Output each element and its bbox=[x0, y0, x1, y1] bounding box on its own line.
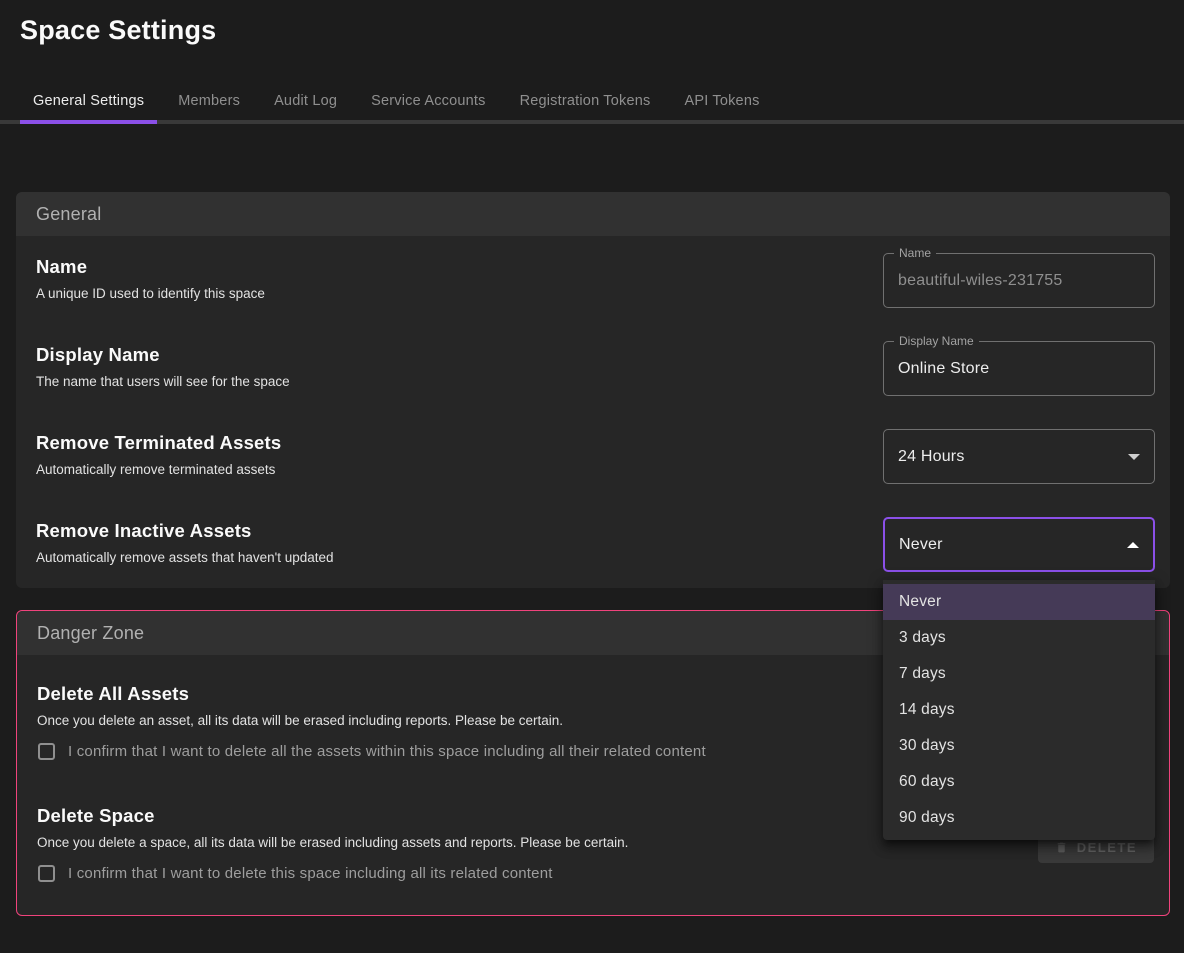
menu-item-90-days[interactable]: 90 days bbox=[883, 800, 1155, 836]
remove-terminated-title: Remove Terminated Assets bbox=[36, 432, 281, 454]
delete-all-assets-confirm-label: I confirm that I want to delete all the … bbox=[68, 743, 706, 760]
name-title: Name bbox=[36, 256, 265, 278]
setting-row-display-name: Display Name The name that users will se… bbox=[16, 324, 1170, 412]
remove-terminated-select-value: 24 Hours bbox=[898, 448, 965, 466]
general-card: General Name A unique ID used to identif… bbox=[16, 192, 1170, 588]
remove-terminated-description: Automatically remove terminated assets bbox=[36, 462, 281, 477]
tab-api-tokens[interactable]: API Tokens bbox=[671, 82, 772, 120]
display-name-description: The name that users will see for the spa… bbox=[36, 374, 290, 389]
tab-bar: General Settings Members Audit Log Servi… bbox=[0, 82, 1184, 124]
page-title: Space Settings bbox=[0, 0, 1184, 46]
delete-button-label: DELETE bbox=[1077, 840, 1137, 855]
chevron-down-icon bbox=[1128, 454, 1140, 460]
chevron-up-icon bbox=[1127, 542, 1139, 548]
remove-inactive-title: Remove Inactive Assets bbox=[36, 520, 334, 542]
menu-item-14-days[interactable]: 14 days bbox=[883, 692, 1155, 728]
remove-inactive-description: Automatically remove assets that haven't… bbox=[36, 550, 334, 565]
tab-registration-tokens[interactable]: Registration Tokens bbox=[507, 82, 664, 120]
display-name-input-label: Display Name bbox=[894, 334, 979, 348]
tab-members[interactable]: Members bbox=[165, 82, 253, 120]
display-name-input-value: Online Store bbox=[898, 360, 989, 378]
menu-item-never[interactable]: Never bbox=[883, 584, 1155, 620]
display-name-input[interactable]: Display Name Online Store bbox=[883, 341, 1155, 396]
setting-row-remove-terminated: Remove Terminated Assets Automatically r… bbox=[16, 412, 1170, 500]
setting-row-remove-inactive: Remove Inactive Assets Automatically rem… bbox=[16, 500, 1170, 588]
menu-item-60-days[interactable]: 60 days bbox=[883, 764, 1155, 800]
trash-icon bbox=[1055, 840, 1068, 855]
menu-item-30-days[interactable]: 30 days bbox=[883, 728, 1155, 764]
delete-space-confirm-label: I confirm that I want to delete this spa… bbox=[68, 865, 553, 882]
tab-service-accounts[interactable]: Service Accounts bbox=[358, 82, 498, 120]
space-settings-page: Space Settings General Settings Members … bbox=[0, 0, 1184, 916]
display-name-title: Display Name bbox=[36, 344, 290, 366]
name-input-label: Name bbox=[894, 246, 936, 260]
name-input-value: beautiful-wiles-231755 bbox=[898, 272, 1063, 290]
tab-audit-log[interactable]: Audit Log bbox=[261, 82, 350, 120]
menu-item-3-days[interactable]: 3 days bbox=[883, 620, 1155, 656]
setting-row-name: Name A unique ID used to identify this s… bbox=[16, 236, 1170, 324]
menu-item-7-days[interactable]: 7 days bbox=[883, 656, 1155, 692]
tab-general-settings[interactable]: General Settings bbox=[20, 82, 157, 124]
general-card-header: General bbox=[16, 192, 1170, 236]
remove-inactive-select-value: Never bbox=[899, 536, 943, 554]
delete-space-confirm-checkbox[interactable] bbox=[38, 865, 55, 882]
delete-all-assets-confirm-checkbox[interactable] bbox=[38, 743, 55, 760]
name-input[interactable]: Name beautiful-wiles-231755 bbox=[883, 253, 1155, 308]
name-description: A unique ID used to identify this space bbox=[36, 286, 265, 301]
remove-inactive-select[interactable]: Never bbox=[883, 517, 1155, 572]
general-card-body: Name A unique ID used to identify this s… bbox=[16, 236, 1170, 588]
remove-terminated-select[interactable]: 24 Hours bbox=[883, 429, 1155, 484]
remove-inactive-dropdown-menu: Never 3 days 7 days 14 days 30 days 60 d… bbox=[883, 580, 1155, 840]
